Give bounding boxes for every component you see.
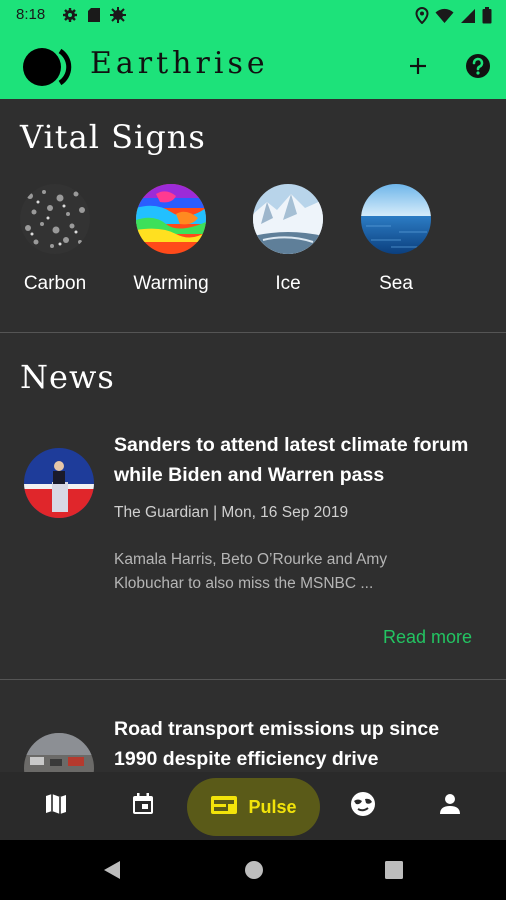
signal-icon [460, 8, 476, 28]
section-divider [0, 332, 506, 333]
app-title: Earthrise [90, 46, 269, 81]
vital-sign-warming[interactable]: Warming [121, 184, 221, 295]
app-bar: Earthrise [0, 32, 506, 99]
news-headline[interactable]: Sanders to attend latest climate forum w… [114, 430, 486, 490]
news-thumbnail [24, 448, 94, 518]
nav-pulse[interactable]: Pulse [187, 778, 320, 836]
news-headline[interactable]: Road transport emissions up since 1990 d… [114, 714, 486, 772]
news-card[interactable]: Sanders to attend latest climate forum w… [0, 430, 506, 680]
back-icon[interactable] [100, 858, 124, 886]
news-thumbnail [24, 733, 94, 772]
gear-icon [62, 7, 78, 27]
news-title: News [20, 358, 115, 396]
sd-card-icon [87, 7, 101, 27]
nav-calendar[interactable] [118, 772, 168, 840]
status-time: 8:18 [16, 6, 46, 23]
vital-sign-ice[interactable]: Ice [238, 184, 338, 295]
news-divider [0, 679, 506, 680]
nav-profile[interactable] [425, 772, 475, 840]
add-button[interactable] [402, 50, 434, 82]
news-source: The Guardian | Mon, 16 Sep 2019 [114, 504, 349, 521]
wifi-icon [435, 8, 454, 28]
bottom-navigation: Pulse [0, 772, 506, 840]
sea-image [361, 184, 431, 254]
vital-sign-label: Ice [275, 273, 301, 294]
vital-sign-label: Warming [133, 273, 209, 294]
status-bar: 8:18 [0, 0, 506, 32]
vital-sign-sea[interactable]: Sea [346, 184, 446, 295]
help-icon [462, 54, 494, 86]
location-icon [415, 6, 429, 28]
nav-map[interactable] [31, 772, 81, 840]
pulse-icon [210, 794, 238, 820]
vital-signs-title: Vital Signs [20, 118, 206, 156]
person-icon [437, 791, 463, 821]
read-more-link[interactable]: Read more [383, 627, 472, 648]
battery-icon [482, 7, 492, 28]
recents-icon[interactable] [382, 858, 406, 886]
carbon-image [20, 184, 90, 254]
vital-sign-carbon[interactable]: Carbon [5, 184, 105, 295]
earthrise-logo-icon [22, 47, 78, 91]
nav-earth[interactable] [338, 772, 388, 840]
news-card[interactable]: Road transport emissions up since 1990 d… [0, 714, 506, 772]
warming-map-image [136, 184, 206, 254]
vital-sign-label: Carbon [23, 273, 87, 294]
bug-icon [110, 7, 126, 27]
vital-sign-label: Sea [379, 273, 413, 294]
system-navigation-bar [0, 840, 506, 900]
home-icon[interactable] [242, 858, 266, 886]
news-snippet: Kamala Harris, Beto O’Rourke and Amy Klo… [114, 551, 388, 592]
nav-pulse-label: Pulse [248, 796, 297, 817]
earth-icon [349, 790, 377, 822]
map-icon [43, 791, 69, 821]
add-icon [402, 58, 434, 86]
ice-image [253, 184, 323, 254]
help-button[interactable] [462, 50, 494, 82]
calendar-icon [130, 791, 156, 821]
